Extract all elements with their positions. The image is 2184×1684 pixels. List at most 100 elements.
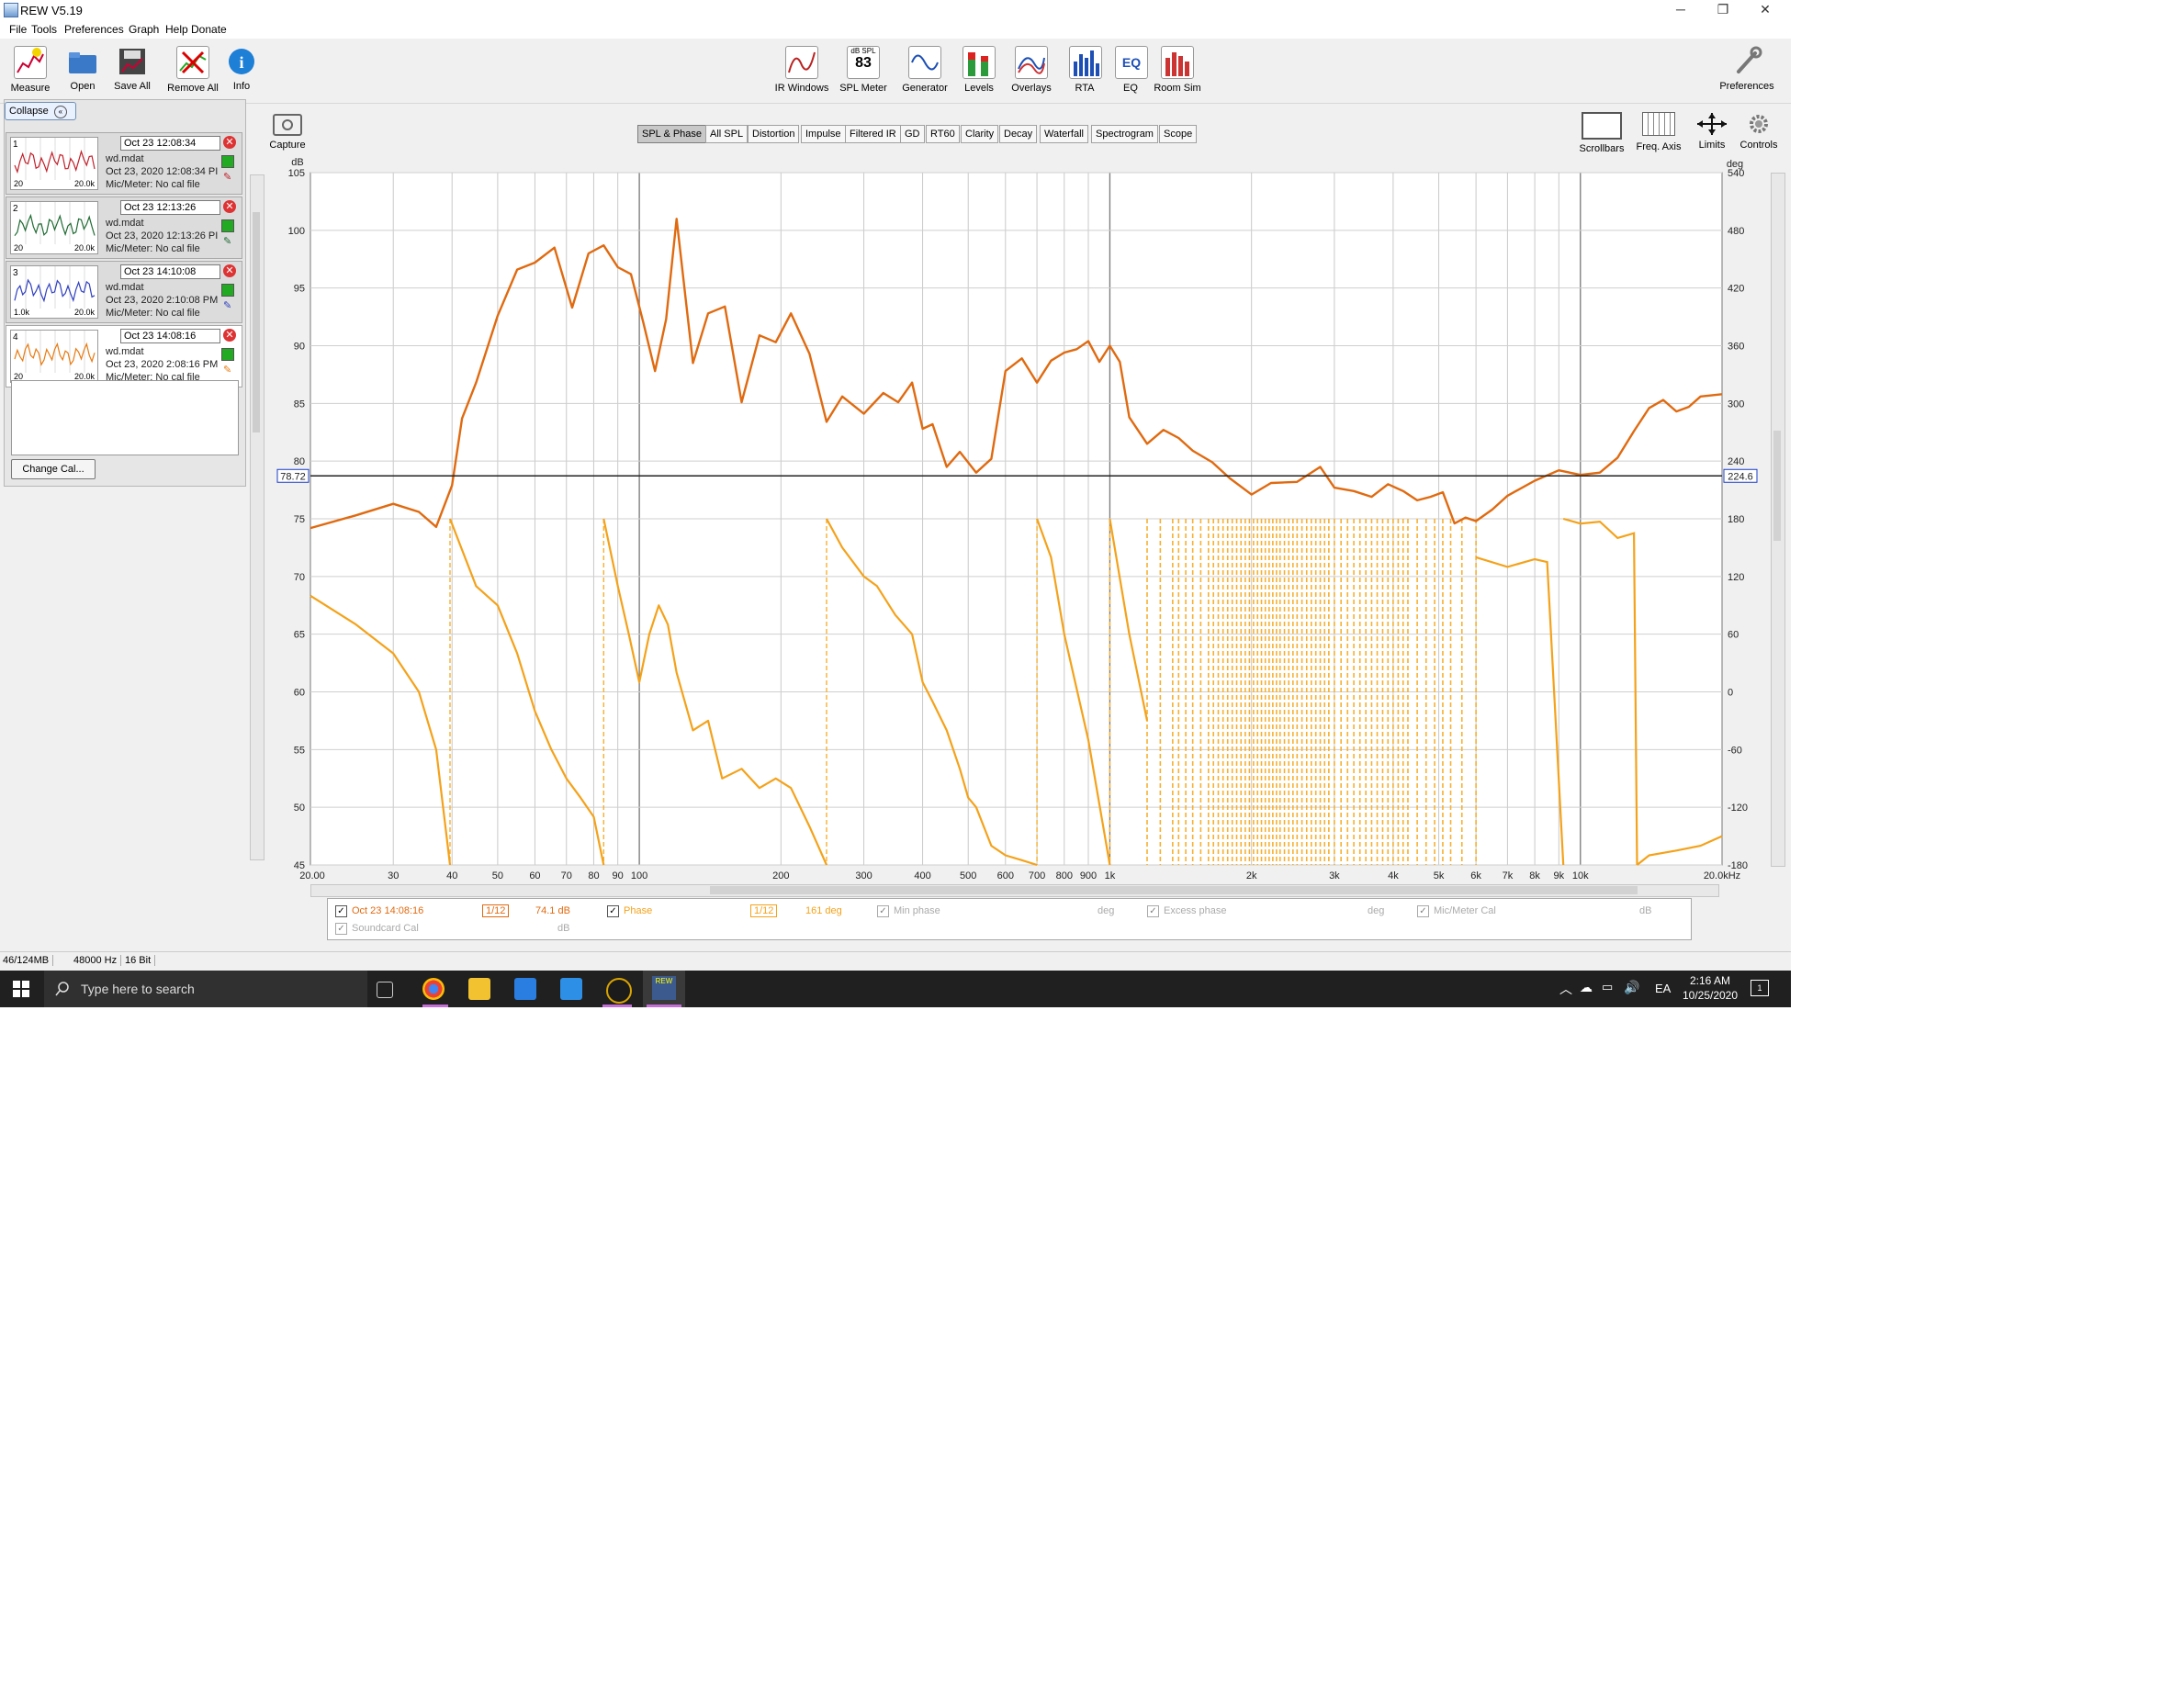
search-placeholder: Type here to search (81, 982, 195, 996)
x-tick-label: 80 (588, 870, 599, 881)
league-running-indicator (602, 1005, 632, 1007)
chart-v-scroll-thumb[interactable] (1773, 431, 1781, 541)
y-right-tick-label: 420 (1728, 284, 1744, 295)
x-tick-label: 100 (631, 870, 647, 881)
store-icon[interactable] (514, 978, 536, 1000)
x-tick-label: 1k (1105, 870, 1116, 881)
task-view-icon[interactable] (377, 982, 393, 998)
cursor-right-readout: 224.6 (1728, 471, 1753, 482)
x-tick-label: 900 (1080, 870, 1097, 881)
y-left-tick-label: 60 (294, 688, 305, 699)
x-tick-label: 2k (1246, 870, 1257, 881)
x-tick-label: 20.0kHz (1704, 870, 1740, 881)
y-right-tick-label: -120 (1728, 803, 1748, 814)
y-left-tick-label: 45 (294, 860, 305, 871)
cursor-left-readout: 78.72 (280, 471, 306, 482)
x-tick-label: 800 (1056, 870, 1073, 881)
search-icon (55, 982, 69, 996)
league-icon[interactable] (606, 978, 632, 1004)
network-icon[interactable]: ▭ (1602, 980, 1613, 994)
x-tick-label: 20.00 (299, 870, 325, 881)
y-right-tick-label: -60 (1728, 745, 1742, 756)
rew-icon: REW (652, 976, 676, 1000)
chrome-running-indicator (422, 1005, 448, 1007)
file-explorer-icon[interactable] (468, 978, 490, 1000)
soundcard-cal-checkbox[interactable]: ✓ (335, 923, 347, 935)
x-tick-label: 8k (1529, 870, 1540, 881)
y-left-axis-label: dB (291, 157, 303, 168)
y-left-tick-label: 95 (294, 284, 305, 295)
spl-visible-checkbox[interactable]: ✓ (335, 905, 347, 917)
spl-phase-chart[interactable]: 20.00 30 40 50 60 70 80 90 100 200 300 400 500 600 700… (0, 0, 1791, 918)
x-tick-label: 10k (1572, 870, 1589, 881)
y-right-tick-label: 480 (1728, 226, 1744, 237)
chart-v-scrollbar[interactable] (1771, 173, 1785, 867)
x-tick-label: 400 (914, 870, 930, 881)
y-right-axis-label: deg (1727, 159, 1743, 170)
phase-smoothing-button[interactable]: 1/12 (750, 904, 778, 917)
chevron-up-icon[interactable]: ︿ (1559, 980, 1572, 998)
x-tick-label: 3k (1329, 870, 1340, 881)
y-left-tick-label: 80 (294, 456, 305, 467)
chart-h-scroll-thumb[interactable] (710, 886, 1638, 894)
y-left-tick-label: 100 (288, 226, 305, 237)
legend-soundcard-cal: Soundcard Cal (352, 923, 419, 934)
x-tick-label: 6k (1470, 870, 1481, 881)
x-tick-label: 5k (1434, 870, 1445, 881)
x-tick-label: 9k (1554, 870, 1565, 881)
rew-taskbar-button[interactable]: REW (643, 971, 685, 1007)
x-tick-label: 30 (388, 870, 399, 881)
y-left-tick-label: 50 (294, 803, 305, 814)
y-right-tick-label: 180 (1728, 514, 1744, 525)
chrome-icon[interactable] (422, 978, 445, 1000)
x-tick-label: 7k (1503, 870, 1514, 881)
taskbar-search-box[interactable]: Type here to search (44, 971, 367, 1007)
rew-window: REW V5.19 ─ ❐ ✕ File Tools Preferences G… (0, 0, 1791, 1007)
min-phase-checkbox[interactable]: ✓ (877, 905, 889, 917)
y-right-tick-label: 0 (1728, 688, 1733, 699)
status-bar: 46/124MB 48000 Hz 16 Bit (0, 951, 1791, 971)
x-tick-label: 40 (446, 870, 457, 881)
y-right-tick-label: 360 (1728, 342, 1744, 353)
legend-panel: ✓ Oct 23 14:08:16 1/12 74.1 dB ✓ Phase 1… (327, 898, 1692, 940)
legend-excess-phase: Excess phase (1164, 905, 1227, 916)
y-left-tick-label: 65 (294, 630, 305, 641)
sample-rate-status: 48000 Hz (73, 955, 122, 966)
rew-running-indicator (647, 1005, 681, 1007)
mail-icon[interactable] (560, 978, 582, 1000)
y-left-tick-label: 75 (294, 514, 305, 525)
onedrive-icon[interactable]: ☁ (1580, 980, 1593, 995)
legend-phase-value: 161 deg (805, 905, 842, 916)
notification-icon[interactable]: 1 (1751, 980, 1769, 996)
x-tick-label: 60 (529, 870, 540, 881)
legend-soundcard-cal-unit: dB (557, 923, 570, 934)
x-tick-label: 200 (772, 870, 789, 881)
y-right-tick-label: -180 (1728, 860, 1748, 871)
volume-icon[interactable]: 🔊 (1624, 980, 1639, 995)
mic-cal-checkbox[interactable]: ✓ (1417, 905, 1429, 917)
windows-taskbar: Type here to search REW ︿ ☁ ▭ 🔊 EA 2:16 … (0, 971, 1791, 1007)
x-tick-label: 4k (1388, 870, 1399, 881)
y-left-tick-label: 85 (294, 399, 305, 410)
legend-phase-label: Phase (624, 905, 653, 916)
y-left-tick-label: 55 (294, 745, 305, 756)
y-right-tick-label: 300 (1728, 399, 1744, 410)
x-tick-label: 50 (492, 870, 503, 881)
clock[interactable]: 2:16 AM 10/25/2020 (1679, 973, 1741, 1003)
x-tick-label: 90 (613, 870, 624, 881)
phase-visible-checkbox[interactable]: ✓ (607, 905, 619, 917)
excess-phase-checkbox[interactable]: ✓ (1147, 905, 1159, 917)
legend-mic-cal-unit: dB (1639, 905, 1652, 916)
y-left-tick-label: 105 (288, 168, 305, 179)
chart-h-scrollbar[interactable] (310, 884, 1719, 897)
bit-depth-status: 16 Bit (125, 955, 156, 966)
input-language[interactable]: EA (1655, 982, 1671, 995)
windows-start-icon[interactable] (13, 981, 29, 997)
y-right-tick-label: 120 (1728, 572, 1744, 583)
legend-min-phase: Min phase (894, 905, 940, 916)
legend-mic-cal: Mic/Meter Cal (1434, 905, 1496, 916)
legend-min-phase-unit: deg (1098, 905, 1115, 916)
spl-smoothing-button[interactable]: 1/12 (482, 904, 510, 917)
legend-excess-phase-unit: deg (1368, 905, 1385, 916)
y-left-tick-label: 90 (294, 342, 305, 353)
